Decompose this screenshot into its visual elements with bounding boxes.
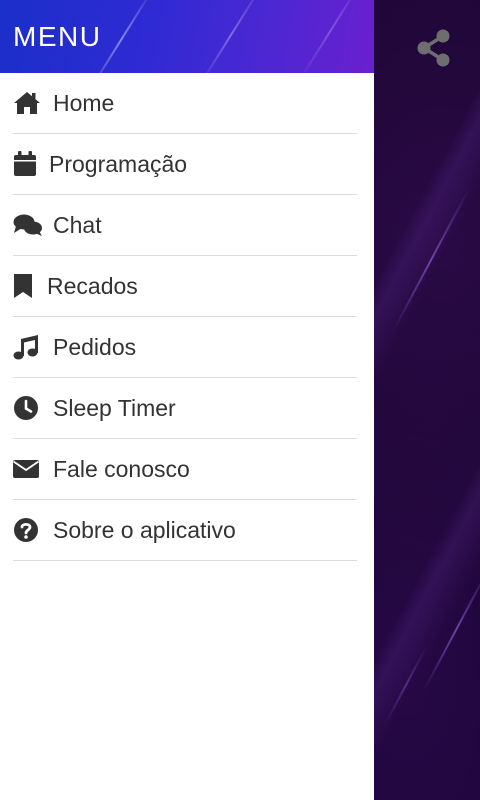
chat-icon xyxy=(13,212,43,238)
menu-item-pedidos[interactable]: Pedidos xyxy=(13,317,357,378)
menu-item-label: Chat xyxy=(53,211,102,238)
menu-item-fale-conosco[interactable]: Fale conosco xyxy=(13,439,357,500)
music-icon xyxy=(13,334,43,360)
share-icon xyxy=(417,29,450,67)
menu-item-label: Pedidos xyxy=(53,333,137,360)
menu-item-label: Fale conosco xyxy=(53,455,190,482)
menu-item-label: Recados xyxy=(47,272,138,299)
menu-item-recados[interactable]: Recados xyxy=(13,256,357,317)
navigation-drawer: MENU Home Programação Chat Recados Pedid… xyxy=(0,0,374,800)
menu-item-programacao[interactable]: Programação xyxy=(13,134,357,195)
drawer-menu: Home Programação Chat Recados Pedidos Sl… xyxy=(0,73,374,561)
menu-item-label: Home xyxy=(53,89,115,116)
drawer-header: MENU xyxy=(0,0,374,73)
menu-item-label: Sobre o aplicativo xyxy=(53,516,236,543)
menu-item-label: Programação xyxy=(49,150,188,177)
calendar-icon xyxy=(13,151,43,177)
clock-icon xyxy=(13,395,43,421)
menu-item-sleep-timer[interactable]: Sleep Timer xyxy=(13,378,357,439)
home-icon xyxy=(13,90,43,116)
menu-item-home[interactable]: Home xyxy=(13,73,357,134)
question-circle-icon xyxy=(13,517,43,543)
menu-item-label: Sleep Timer xyxy=(53,394,176,421)
envelope-icon xyxy=(13,456,43,482)
menu-item-chat[interactable]: Chat xyxy=(13,195,357,256)
drawer-title: MENU xyxy=(13,21,102,52)
share-button[interactable] xyxy=(416,28,454,68)
bookmark-icon xyxy=(13,273,43,299)
app-screen: MENU Home Programação Chat Recados Pedid… xyxy=(0,0,480,800)
menu-item-sobre-o-aplicativo[interactable]: Sobre o aplicativo xyxy=(13,500,357,561)
